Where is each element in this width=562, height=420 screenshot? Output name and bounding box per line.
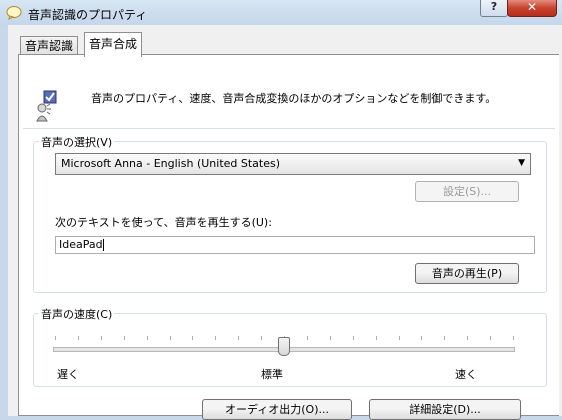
tab-speech-recognition[interactable]: 音声認識 [20,36,79,56]
speech-properties-icon [6,6,22,20]
dialog-client-area: 音声認識 音声合成 音声のプロパティ、速度、音声合成変換のほかのオプションなどを… [8,25,562,420]
speed-slow-label: 遅く [57,368,79,381]
speed-fast-label: 速く [455,368,477,381]
preview-text-input[interactable]: IdeaPad [55,236,535,254]
voice-select-value: Microsoft Anna - English (United States) [61,157,281,170]
tab-panel: 音声のプロパティ、速度、音声合成変換のほかのオプションなどを制御できます。 音声… [18,54,559,420]
slider-tick [215,336,216,340]
slider-tick [330,336,331,340]
advanced-settings-button[interactable]: 詳細設定(D)... [369,399,521,420]
title-bar: 音声認識のプロパティ ? ✕ [0,0,562,25]
slider-tick [147,336,148,340]
intro-text: 音声のプロパティ、速度、音声合成変換のほかのオプションなどを制御できます。 [91,92,497,105]
slider-tick [513,336,514,340]
slider-tick [261,336,262,340]
play-voice-button[interactable]: 音声の再生(P) [415,263,519,284]
tab-text-to-speech[interactable]: 音声合成 [84,32,143,57]
voice-selection-label: 音声の選択(V) [39,134,115,150]
text-caret [102,239,104,251]
voice-select[interactable]: Microsoft Anna - English (United States)… [55,153,531,175]
slider-tick [101,336,102,340]
speech-settings-icon [36,90,57,122]
help-button[interactable]: ? [480,0,508,17]
slider-tick [124,336,125,340]
slider-tick [467,336,468,340]
voice-speed-label: 音声の速度(C) [39,306,115,322]
slider-tick [78,336,79,340]
close-button[interactable]: ✕ [507,0,557,17]
window-title: 音声認識のプロパティ [28,8,148,22]
slider-tick [376,336,377,340]
slider-tick [192,336,193,340]
settings-button[interactable]: 設定(S)... [415,181,519,202]
speed-normal-label: 標準 [261,368,283,381]
chevron-down-icon: ▼ [518,158,525,168]
preview-text-value: IdeaPad [59,238,103,251]
preview-text-label: 次のテキストを使って、音声を再生する(U): [55,216,272,229]
slider-tick [55,336,56,340]
slider-tick [490,336,491,340]
slider-tick [353,336,354,340]
slider-tick [238,336,239,340]
divider [23,128,555,129]
slider-tick [307,336,308,340]
slider-tick [444,336,445,340]
slider-tick [421,336,422,340]
speed-slider-thumb[interactable] [278,337,290,356]
audio-output-button[interactable]: オーディオ出力(O)... [202,399,352,420]
slider-tick [399,336,400,340]
slider-tick [170,336,171,340]
